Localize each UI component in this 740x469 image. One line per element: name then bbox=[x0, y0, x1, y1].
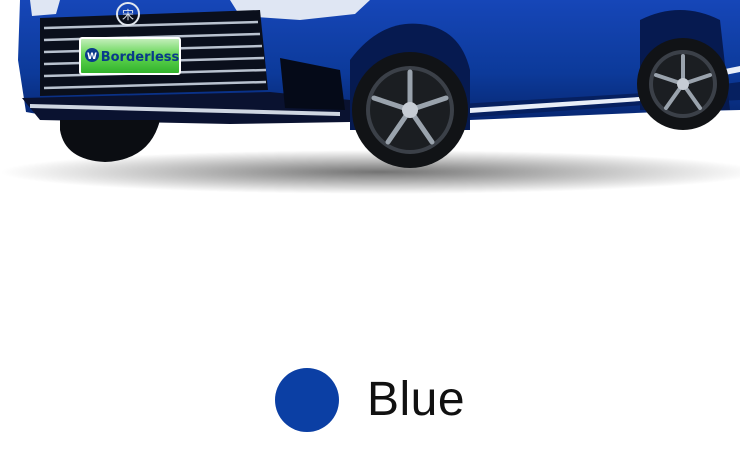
color-label: Blue bbox=[366, 373, 466, 426]
color-swatch-blue[interactable] bbox=[274, 368, 339, 432]
svg-text:W: W bbox=[87, 52, 97, 62]
svg-text:宋: 宋 bbox=[122, 7, 134, 22]
color-option[interactable]: Blue bbox=[0, 360, 740, 440]
car-product-image: 宋 W Borderless bbox=[0, 0, 740, 200]
license-plate-text: Borderless bbox=[101, 50, 180, 65]
